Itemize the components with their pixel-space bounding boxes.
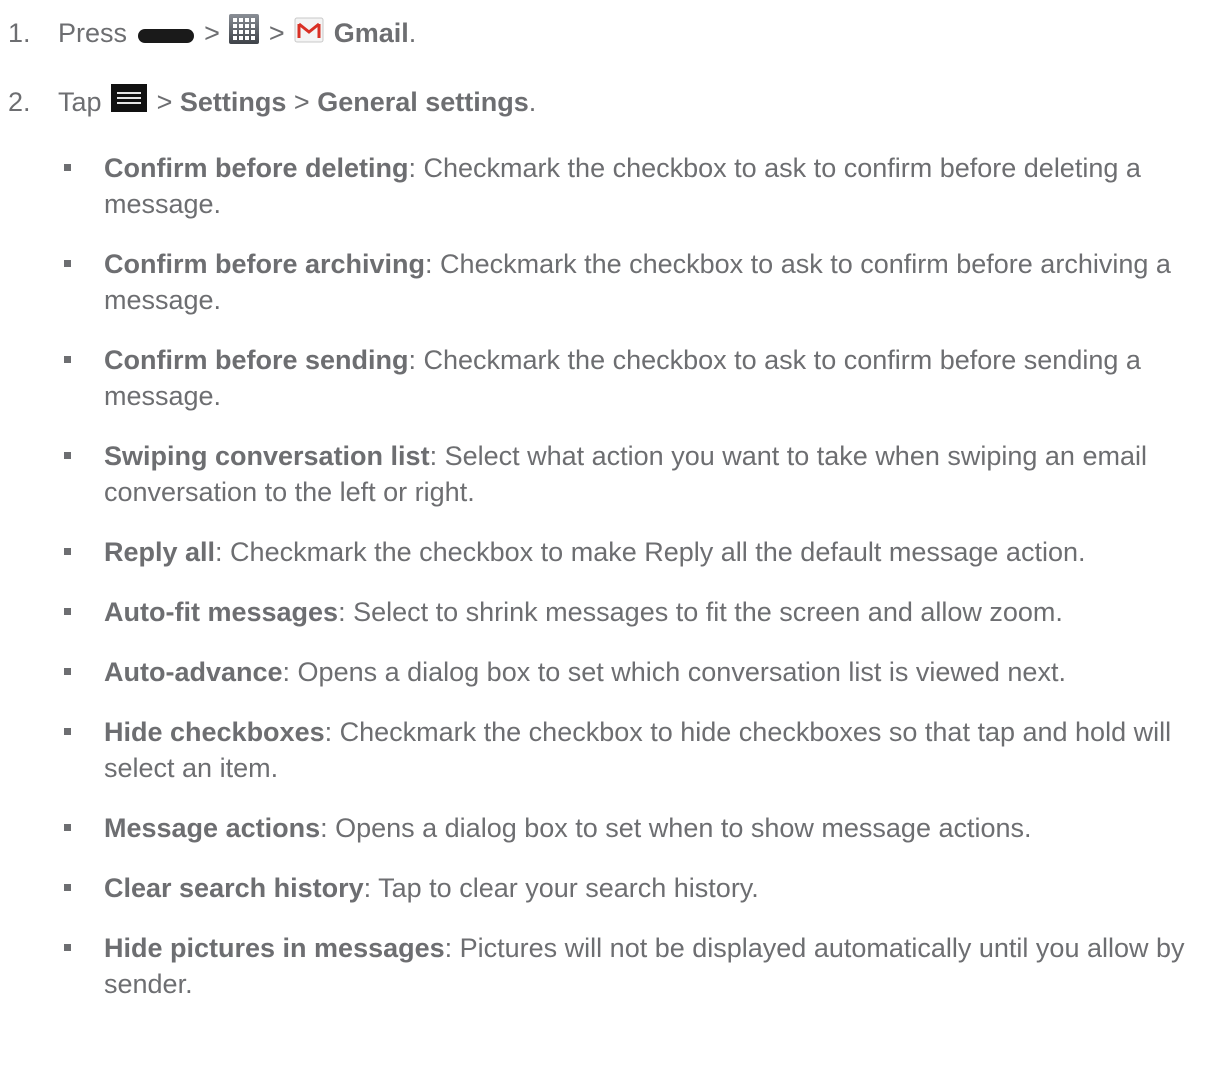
- period: .: [528, 87, 537, 117]
- item-term: Clear search history: [104, 873, 364, 903]
- item-description: : Opens a dialog box to set which conver…: [282, 657, 1066, 687]
- item-term: Swiping conversation list: [104, 441, 430, 471]
- bullet-icon: [64, 824, 71, 831]
- item-term: Confirm before deleting: [104, 153, 409, 183]
- item-term: Confirm before sending: [104, 345, 409, 375]
- item-description: : Opens a dialog box to set when to show…: [320, 813, 1032, 843]
- item-term: Hide checkboxes: [104, 717, 325, 747]
- list-item: Confirm before deleting: Checkmark the c…: [0, 150, 1217, 222]
- bullet-icon: [64, 356, 71, 363]
- item-description: : Checkmark the checkbox to make Reply a…: [215, 537, 1086, 567]
- item-term: Message actions: [104, 813, 321, 843]
- bullet-icon: [64, 944, 71, 951]
- settings-list: Confirm before deleting : Checkmark the c…: [0, 150, 1217, 1026]
- bullet-icon: [64, 548, 71, 555]
- menu-icon: [111, 84, 148, 121]
- list-item: Confirm before sending: Checkmark the ch…: [0, 342, 1217, 414]
- list-item: Confirm before archiving: Checkmark the …: [0, 246, 1217, 318]
- item-term: Hide pictures in messages: [104, 933, 445, 963]
- list-item: Swiping conversation list: Select what a…: [0, 438, 1217, 510]
- gmail-label: Gmail: [333, 18, 409, 48]
- step-1: 1. Press > > Gmail.: [8, 14, 416, 55]
- list-item: Auto-advance: Opens a dialog box to set …: [0, 654, 1217, 690]
- separator: >: [156, 87, 173, 117]
- bullet-icon: [64, 668, 71, 675]
- list-item: Message actions: Opens a dialog box to s…: [0, 810, 1217, 846]
- list-item: Hide checkboxes: Checkmark the checkbox …: [0, 714, 1217, 786]
- item-description: : Tap to clear your search history.: [363, 873, 759, 903]
- step-verb: Press: [58, 18, 128, 48]
- separator: >: [293, 87, 310, 117]
- list-item: Reply all: Checkmark the checkbox to mak…: [0, 534, 1217, 570]
- home-key-icon: [137, 19, 195, 55]
- list-item: Hide pictures in messages: Pictures will…: [0, 930, 1217, 1002]
- item-term: Auto-advance: [104, 657, 283, 687]
- item-term: Auto-fit messages: [104, 597, 339, 627]
- bullet-icon: [64, 728, 71, 735]
- apps-grid-icon: [229, 14, 260, 53]
- step-2: 2. Tap > Settings > General settings.: [8, 84, 536, 121]
- step-number: 2.: [8, 87, 31, 117]
- bullet-icon: [64, 164, 71, 171]
- period: .: [408, 18, 417, 48]
- gmail-icon: [294, 16, 324, 53]
- list-item: Clear search history: Tap to clear your …: [0, 870, 1217, 906]
- list-item: Auto-fit messages: Select to shrink mess…: [0, 594, 1217, 630]
- bullet-icon: [64, 884, 71, 891]
- general-settings-label: General settings: [317, 87, 529, 117]
- bullet-icon: [64, 260, 71, 267]
- separator: >: [204, 18, 220, 48]
- step-verb: Tap: [58, 87, 102, 117]
- bullet-icon: [64, 452, 71, 459]
- settings-label: Settings: [179, 87, 287, 117]
- item-term: Reply all: [104, 537, 216, 567]
- bullet-icon: [64, 608, 71, 615]
- separator: >: [268, 18, 285, 48]
- item-term: Confirm before archiving: [104, 249, 426, 279]
- item-description: : Select to shrink messages to fit the s…: [338, 597, 1063, 627]
- step-number: 1.: [8, 18, 31, 48]
